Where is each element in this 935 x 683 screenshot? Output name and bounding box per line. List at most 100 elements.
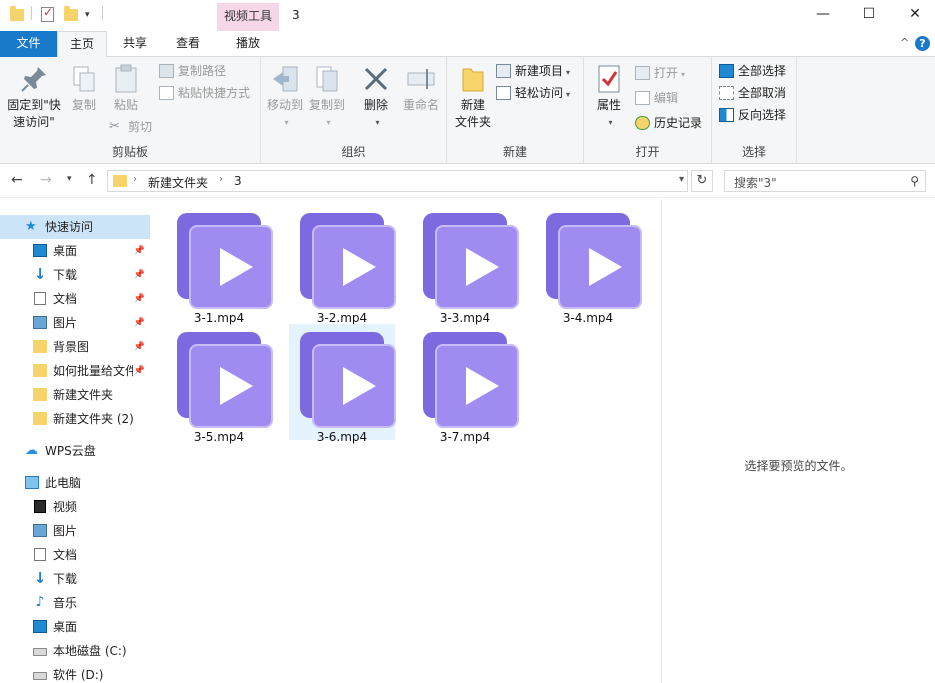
file-item[interactable]: 3-7.mp4: [412, 324, 519, 444]
invert-selection-label: 反向选择: [738, 108, 787, 122]
video-file-icon: [423, 332, 519, 428]
address-bar[interactable]: › 新建文件夹 › 3 ▾: [107, 170, 688, 192]
pin-quick-access-button[interactable]: 固定到"快 速访问": [4, 63, 64, 131]
delete-dropdown-icon: ▾: [375, 118, 380, 127]
tab-home[interactable]: 主页: [57, 31, 107, 58]
nav-item[interactable]: 软件 (D:): [0, 663, 150, 683]
video-file-icon: [177, 213, 273, 309]
nav-item[interactable]: 新建文件夹: [0, 383, 150, 407]
properties-quick-icon[interactable]: [41, 5, 55, 24]
desktop-icon: [33, 620, 47, 633]
collapse-ribbon-icon[interactable]: ^: [900, 36, 909, 49]
new-folder-label-line2: 文件夹: [454, 115, 491, 129]
nav-item[interactable]: ↓ 下载 📌: [0, 263, 150, 287]
file-item[interactable]: 3-3.mp4: [412, 205, 519, 325]
nav-item[interactable]: 新建文件夹 (2): [0, 407, 150, 431]
paste-button[interactable]: 粘贴: [106, 63, 146, 114]
easy-access-label: 轻松访问: [515, 86, 564, 100]
copy-to-dropdown-icon: ▾: [326, 118, 331, 127]
open-button[interactable]: 打开 ▾: [635, 63, 685, 83]
cut-button[interactable]: ✂ 剪切: [109, 117, 152, 137]
history-button[interactable]: 历史记录: [635, 113, 702, 133]
select-all-button[interactable]: 全部选择: [719, 61, 786, 81]
tab-view[interactable]: 查看: [163, 31, 213, 57]
refresh-icon[interactable]: ↻: [691, 170, 713, 192]
nav-quick-access[interactable]: ★ 快速访问: [0, 215, 150, 239]
file-item[interactable]: 3-5.mp4: [166, 324, 273, 444]
file-item[interactable]: 3-1.mp4: [166, 205, 273, 325]
clipboard-group-label: 剪贴板: [111, 145, 148, 159]
preview-message: 选择要预览的文件。: [744, 459, 853, 473]
copy-path-button[interactable]: 复制路径: [159, 61, 226, 81]
nav-item[interactable]: ♪ 音乐: [0, 591, 150, 615]
file-item[interactable]: 3-4.mp4: [535, 205, 642, 325]
forward-arrow-icon[interactable]: →: [40, 172, 52, 188]
breadcrumb-item[interactable]: 新建文件夹: [148, 174, 208, 191]
nav-this-pc[interactable]: 此电脑: [0, 471, 150, 495]
tab-share[interactable]: 共享: [110, 31, 160, 57]
nav-item[interactable]: 文档 📌: [0, 287, 150, 311]
easy-access-button[interactable]: 轻松访问 ▾: [496, 83, 570, 103]
video-file-icon: [177, 332, 273, 428]
edit-button[interactable]: 编辑: [635, 88, 678, 108]
nav-label: 软件 (D:): [53, 668, 104, 682]
invert-selection-button[interactable]: 反向选择: [719, 105, 786, 125]
nav-item[interactable]: 桌面 📌: [0, 239, 150, 263]
nav-item[interactable]: 文档: [0, 543, 150, 567]
video-file-icon: [546, 213, 642, 309]
nav-item[interactable]: 桌面: [0, 615, 150, 639]
close-button[interactable]: ✕: [892, 0, 935, 30]
properties-check-icon: [593, 63, 625, 95]
help-icon[interactable]: ?: [915, 36, 930, 51]
customize-quick-access-icon[interactable]: ▾: [85, 6, 95, 24]
address-history-chevron-icon[interactable]: ▾: [679, 174, 684, 185]
delete-button[interactable]: 删除 ▾: [359, 63, 393, 131]
nav-item[interactable]: ↓ 下载: [0, 567, 150, 591]
file-item[interactable]: 3-2.mp4: [289, 205, 396, 325]
search-input[interactable]: 搜索"3" ⚲: [724, 170, 926, 192]
pinned-icon: 📌: [133, 294, 145, 304]
clipboard-group: 固定到"快 速访问" 复制 粘贴 复制路径 粘贴快捷方式 ✂ 剪切 剪贴板: [0, 57, 261, 164]
folder-icon: [33, 412, 47, 425]
select-none-button[interactable]: 全部取消: [719, 83, 786, 103]
file-name: 3-2.mp4: [316, 311, 368, 325]
up-arrow-icon[interactable]: ↑: [86, 172, 98, 188]
copy-to-button[interactable]: 复制到 ▾: [307, 63, 347, 131]
maximize-button[interactable]: ☐: [846, 0, 892, 30]
properties-button[interactable]: 属性 ▾: [590, 63, 628, 131]
nav-item[interactable]: 如何批量给文件 📌: [0, 359, 150, 383]
nav-label: 视频: [53, 500, 78, 514]
paste-shortcut-button[interactable]: 粘贴快捷方式: [159, 83, 250, 103]
nav-item[interactable]: 本地磁盘 (C:): [0, 639, 150, 663]
move-to-icon: [269, 63, 301, 95]
select-group: 全部选择 全部取消 反向选择 选择: [712, 57, 797, 164]
nav-item[interactable]: 视频: [0, 495, 150, 519]
nav-item[interactable]: 背景图 📌: [0, 335, 150, 359]
copy-button[interactable]: 复制: [66, 63, 102, 114]
rename-button[interactable]: 重命名: [399, 63, 443, 114]
history-label: 历史记录: [654, 116, 703, 130]
nav-item[interactable]: 图片: [0, 519, 150, 543]
new-folder-quick-icon[interactable]: [64, 6, 78, 24]
paste-label: 粘贴: [113, 98, 138, 112]
nav-wps-cloud[interactable]: ☁ WPS云盘: [0, 439, 150, 463]
paste-icon: [110, 63, 142, 95]
new-item-dropdown-icon: ▾: [566, 68, 571, 77]
nav-label: 下载: [53, 572, 78, 586]
back-arrow-icon[interactable]: ←: [11, 172, 23, 188]
quick-access-folder-icon[interactable]: [10, 6, 24, 24]
breadcrumb-item[interactable]: 3: [234, 174, 242, 188]
file-item-selected[interactable]: 3-6.mp4: [289, 324, 396, 444]
move-to-button[interactable]: 移动到 ▾: [265, 63, 305, 131]
new-item-button[interactable]: 新建项目 ▾: [496, 61, 570, 81]
tab-play[interactable]: 播放: [218, 31, 278, 57]
new-folder-button[interactable]: 新建 文件夹: [451, 63, 495, 131]
pinned-icon: 📌: [133, 246, 145, 256]
breadcrumb-chevron-icon[interactable]: ›: [219, 174, 223, 185]
breadcrumb-chevron-icon[interactable]: ›: [133, 174, 137, 185]
nav-item[interactable]: 图片 📌: [0, 311, 150, 335]
download-icon: ↓: [33, 569, 47, 587]
recent-locations-chevron-icon[interactable]: ▾: [67, 174, 72, 184]
minimize-button[interactable]: —: [800, 0, 846, 30]
select-group-label: 选择: [741, 145, 766, 159]
